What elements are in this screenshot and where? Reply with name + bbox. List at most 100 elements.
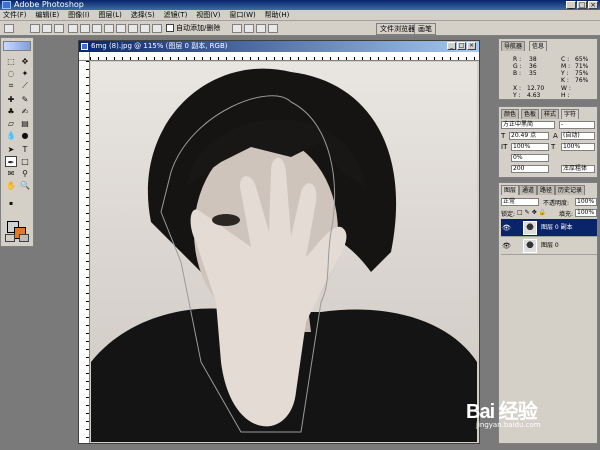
path-selection-icon[interactable]: ➤: [5, 144, 17, 155]
minimize-button[interactable]: _: [566, 1, 576, 9]
opacity-field[interactable]: 100%: [575, 198, 597, 206]
tab-color[interactable]: 颜色: [501, 109, 520, 119]
blend-mode-select[interactable]: 正常: [501, 198, 539, 206]
ruler-origin[interactable]: [79, 52, 90, 61]
leading-field[interactable]: (自动): [561, 132, 595, 140]
tab-history[interactable]: 历史记录: [555, 185, 586, 195]
watermark-url: jingyan.baidu.com: [476, 421, 541, 429]
visibility-eye-icon[interactable]: 👁: [502, 242, 511, 250]
menu-window[interactable]: 窗口(W): [226, 10, 258, 21]
move-tool-icon[interactable]: ✥: [19, 56, 31, 67]
gradient-icon[interactable]: ▤: [19, 118, 31, 129]
slice-tool-icon[interactable]: ⟋: [19, 80, 31, 91]
layer-thumbnail: [523, 239, 537, 253]
doc-close-button[interactable]: ×: [467, 42, 476, 50]
dodge-icon[interactable]: ●: [19, 130, 31, 141]
custom-shape-icon[interactable]: [152, 24, 162, 33]
tab-brushes[interactable]: 画笔: [414, 23, 436, 35]
paths-icon[interactable]: [42, 24, 52, 33]
standard-mode-icon[interactable]: [5, 234, 15, 242]
brush-tool-icon[interactable]: ✎: [19, 94, 31, 105]
anti-alias-select[interactable]: 浑厚粗体: [561, 165, 595, 173]
rectangle-icon[interactable]: [92, 24, 102, 33]
layer-row-copy[interactable]: 👁 图层 0 副本: [501, 219, 597, 237]
marquee-tool-icon[interactable]: ⬚: [5, 56, 17, 67]
pen-tool-preset-icon[interactable]: [4, 24, 14, 33]
subtract-path-icon[interactable]: [244, 24, 254, 33]
fill-field[interactable]: 100%: [575, 209, 597, 217]
polygon-icon[interactable]: [128, 24, 138, 33]
notes-icon[interactable]: ✉: [5, 168, 17, 179]
eraser-icon[interactable]: ▱: [5, 118, 17, 129]
add-path-icon[interactable]: [232, 24, 242, 33]
rounded-rectangle-icon[interactable]: [104, 24, 114, 33]
menu-file[interactable]: 文件(F): [0, 10, 30, 21]
crop-tool-icon[interactable]: ⌗: [5, 80, 17, 91]
tab-paths[interactable]: 路径: [537, 185, 556, 195]
visibility-eye-icon[interactable]: 👁: [502, 224, 511, 232]
tracking-field[interactable]: 200: [511, 165, 549, 173]
pen-icon[interactable]: [68, 24, 78, 33]
menu-help[interactable]: 帮助(H): [262, 10, 293, 21]
tab-navigator[interactable]: 导航器: [501, 41, 526, 51]
shape-layers-icon[interactable]: [30, 24, 40, 33]
history-brush-icon[interactable]: ✍: [19, 106, 31, 117]
horizontal-scale-icon: T: [551, 143, 556, 151]
character-panel: 颜色 色板 样式 字符 方正中黑简 - T 20.49 点 A (自动) IT …: [498, 106, 598, 178]
ellipse-icon[interactable]: [116, 24, 126, 33]
tab-styles[interactable]: 样式: [541, 109, 560, 119]
tab-channels[interactable]: 通道: [519, 185, 538, 195]
lasso-tool-icon[interactable]: ◌: [5, 68, 17, 79]
menu-layer[interactable]: 图层(L): [96, 10, 125, 21]
menu-filter[interactable]: 滤镜(T): [161, 10, 191, 21]
tab-character[interactable]: 字符: [561, 109, 580, 119]
image-canvas[interactable]: [91, 62, 477, 442]
quick-mask-icon[interactable]: [19, 234, 29, 242]
line-icon[interactable]: [140, 24, 150, 33]
pen-tool-icon[interactable]: ✒: [5, 156, 17, 167]
menu-edit[interactable]: 编辑(E): [32, 10, 62, 21]
healing-brush-icon[interactable]: ✚: [5, 94, 17, 105]
clone-stamp-icon[interactable]: ♣: [5, 106, 17, 117]
doc-maximize-button[interactable]: □: [457, 42, 466, 50]
horizontal-scale-field[interactable]: 100%: [561, 143, 595, 151]
tab-info[interactable]: 信息: [529, 41, 548, 51]
maximize-button[interactable]: □: [577, 1, 587, 9]
layer-row-base[interactable]: 👁 图层 0: [501, 237, 597, 255]
font-family-select[interactable]: 方正中黑简: [501, 121, 555, 129]
tab-file-browser[interactable]: 文件浏览器: [376, 23, 419, 35]
vertical-scale-field[interactable]: 100%: [511, 143, 549, 151]
tab-layers[interactable]: 图层: [501, 185, 520, 195]
fill-label: 填充:: [559, 211, 574, 218]
lock-icons[interactable]: □✎✥🔒: [517, 209, 548, 216]
app-title: Adobe Photoshop: [14, 0, 84, 9]
document-titlebar[interactable]: 6mg (8).jpg @ 115% (图层 0 副本, RGB) _ □ ×: [79, 41, 479, 52]
doc-minimize-button[interactable]: _: [447, 42, 456, 50]
kerning-field[interactable]: 0%: [511, 154, 549, 162]
tab-swatches[interactable]: 色板: [521, 109, 540, 119]
magic-wand-icon[interactable]: ✦: [19, 68, 31, 79]
horizontal-ruler[interactable]: [90, 52, 479, 61]
freeform-pen-icon[interactable]: [80, 24, 90, 33]
font-size-field[interactable]: 20.49 点: [509, 132, 549, 140]
blur-icon[interactable]: 💧: [5, 130, 17, 141]
auto-add-delete-label: 自动添加/删除: [176, 24, 221, 32]
auto-add-delete-checkbox[interactable]: [166, 24, 174, 32]
hand-tool-icon[interactable]: ✋: [5, 180, 17, 191]
eyedropper-icon[interactable]: ⚲: [19, 168, 31, 179]
font-style-select[interactable]: -: [559, 121, 595, 129]
menu-image[interactable]: 图像(I): [65, 10, 93, 21]
adobe-feather-icon[interactable]: [3, 41, 31, 51]
zoom-tool-icon[interactable]: 🔍: [19, 180, 31, 191]
fill-pixels-icon[interactable]: [54, 24, 64, 33]
menu-select[interactable]: 选择(S): [128, 10, 158, 21]
rectangle-tool-icon[interactable]: □: [19, 156, 31, 167]
type-tool-icon[interactable]: T: [19, 144, 31, 155]
exclude-path-icon[interactable]: [268, 24, 278, 33]
layer-thumbnail: [523, 221, 537, 235]
default-colors-icon[interactable]: ▪: [5, 198, 17, 207]
vertical-ruler[interactable]: [79, 61, 90, 443]
menu-view[interactable]: 视图(V): [193, 10, 223, 21]
close-button[interactable]: ×: [588, 1, 598, 9]
intersect-path-icon[interactable]: [256, 24, 266, 33]
